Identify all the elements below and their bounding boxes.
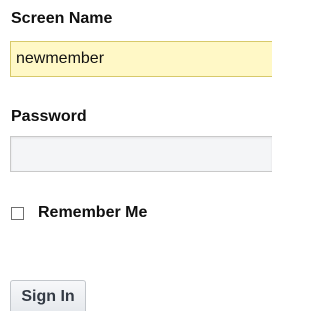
remember-me-label: Remember Me <box>38 204 148 221</box>
screen-name-label: Screen Name <box>11 10 113 27</box>
sign-in-button[interactable]: Sign In <box>10 280 86 311</box>
remember-me-checkbox[interactable] <box>11 206 24 220</box>
password-input[interactable] <box>10 136 272 172</box>
password-label: Password <box>11 108 87 125</box>
remember-me-row[interactable]: Remember Me <box>11 203 147 223</box>
screen-name-input[interactable] <box>10 41 272 77</box>
